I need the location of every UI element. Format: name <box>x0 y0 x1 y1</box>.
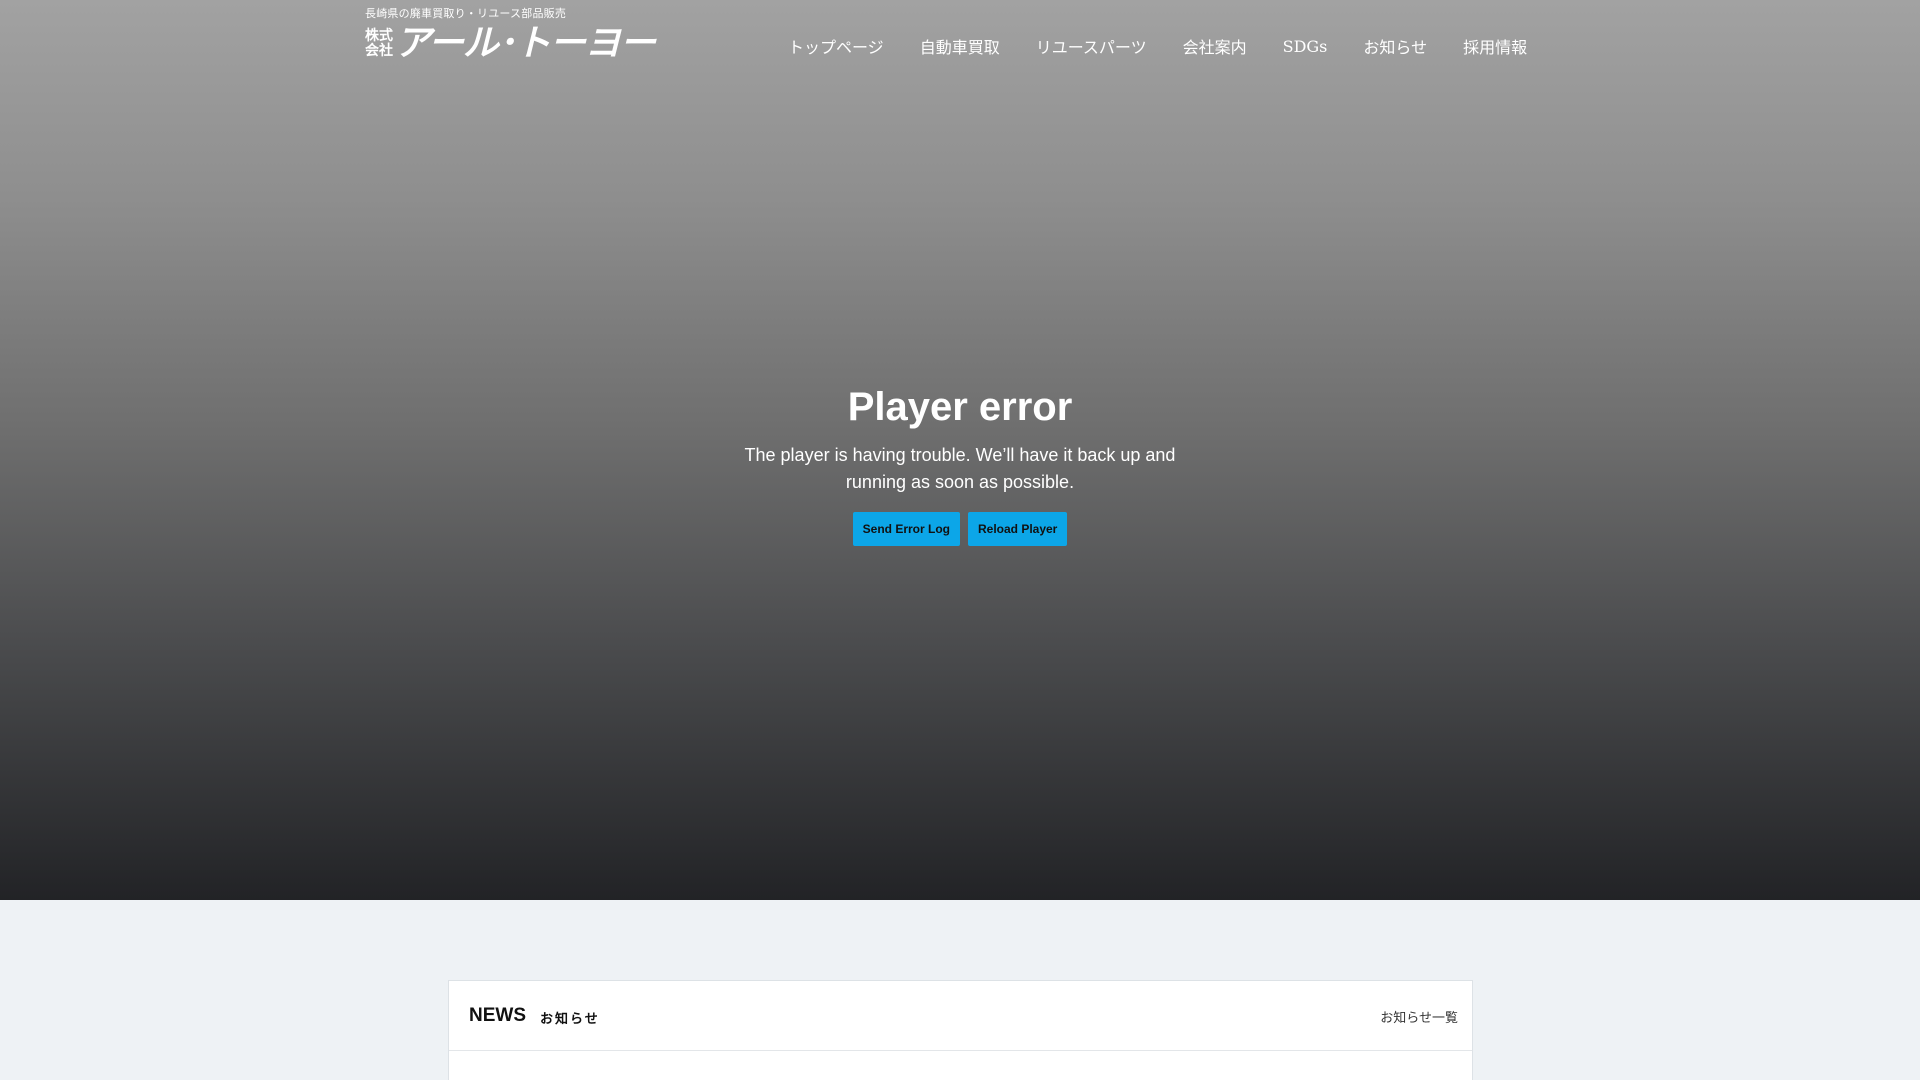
nav-item-news[interactable]: お知らせ <box>1363 34 1427 58</box>
main-nav: トップページ 自動車買取 リユースパーツ 会社案内 SDGs お知らせ 採用情報 <box>788 34 1527 58</box>
reload-player-button[interactable]: Reload Player <box>967 512 1068 546</box>
news-section: NEWS お知らせ お知らせ一覧 <box>448 980 1473 1080</box>
logo-corp-line1: 株式 <box>365 28 393 44</box>
player-error-message: The player is having trouble. We’ll have… <box>744 445 1176 492</box>
nav-item-recruit[interactable]: 採用情報 <box>1463 34 1527 58</box>
player-error-actions: Send Error Log Reload Player <box>710 512 1210 546</box>
logo-tagline: 長崎県の廃車買取り・リユース部品販売 <box>365 7 567 20</box>
logo-corp-line2: 会社 <box>365 43 393 59</box>
nav-item-reuse-parts[interactable]: リユースパーツ <box>1036 34 1147 58</box>
news-title: NEWS <box>469 1004 526 1026</box>
site-logo[interactable]: 長崎県の廃車買取り・リユース部品販売 株式 会社 アール･トーヨー <box>365 7 656 64</box>
player-error-title: Player error <box>847 385 1073 429</box>
site-header: 長崎県の廃車買取り・リユース部品販売 株式 会社 アール･トーヨー トップページ… <box>0 0 1920 90</box>
send-error-log-button[interactable]: Send Error Log <box>852 512 960 546</box>
logo-main: 株式 会社 アール･トーヨー <box>365 23 656 64</box>
player-error-panel: Player error The player is having troubl… <box>710 380 1210 546</box>
nav-item-top[interactable]: トップページ <box>788 34 884 58</box>
nav-item-car-purchase[interactable]: 自動車買取 <box>920 34 1000 58</box>
news-list-link[interactable]: お知らせ一覧 <box>1380 1007 1458 1026</box>
news-subtitle: お知らせ <box>540 1012 600 1027</box>
nav-item-sdgs[interactable]: SDGs <box>1283 37 1328 56</box>
logo-name: アール･トーヨー <box>395 23 656 64</box>
logo-corp-mark: 株式 会社 <box>365 29 394 59</box>
news-header: NEWS お知らせ お知らせ一覧 <box>449 981 1472 1051</box>
nav-item-company[interactable]: 会社案内 <box>1183 34 1247 58</box>
